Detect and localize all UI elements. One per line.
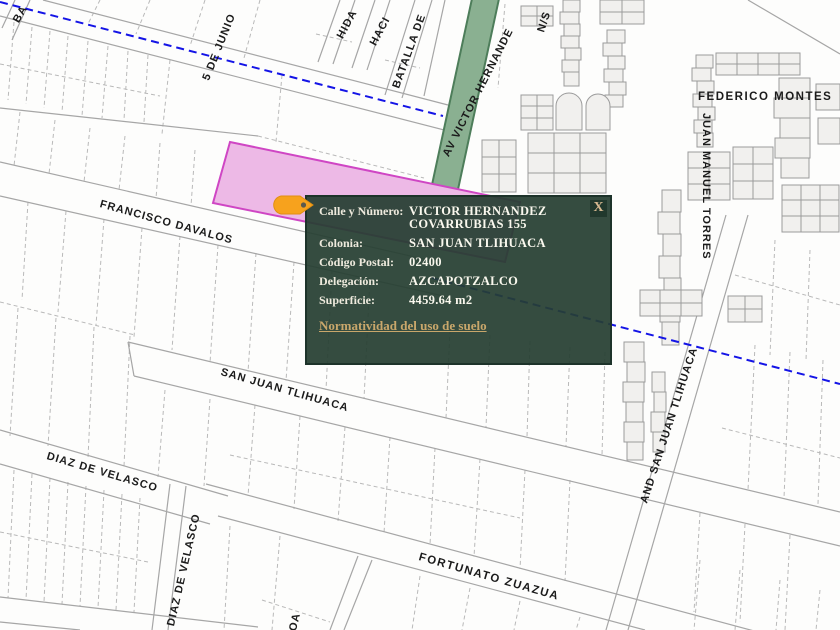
location-marker-icon[interactable]	[273, 195, 314, 215]
field-value-calle: VICTOR HERNANDEZ COVARRUBIAS 155	[409, 204, 547, 231]
marker-dot	[300, 202, 307, 208]
field-value-delegacion: AZCAPOTZALCO	[409, 274, 519, 288]
field-label-superficie: Superficie:	[319, 293, 375, 307]
field-label-calle: Calle y Número:	[319, 204, 404, 218]
map-viewer: BA 5 DE JUNIO HIDA HACI BATALLA DE AV VI…	[0, 0, 840, 630]
field-value-superficie: 4459.64 m2	[409, 293, 473, 307]
parcel-info-table: Calle y Número: VICTOR HERNANDEZ COVARRU…	[307, 197, 610, 311]
field-label-codigo-postal: Código Postal:	[319, 255, 394, 269]
street-label-federico-montes: FEDERICO MONTES	[698, 91, 833, 103]
field-label-colonia: Colonia:	[319, 236, 364, 250]
arch-building	[585, 93, 611, 131]
arch-building	[555, 92, 583, 131]
field-value-codigo-postal: 02400	[409, 255, 442, 269]
parcel-info-popup: X Calle y Número: VICTOR HERNANDEZ COVAR…	[305, 195, 612, 365]
close-icon[interactable]: X	[590, 200, 607, 217]
field-value-colonia: SAN JUAN TLIHUACA	[409, 236, 546, 250]
street-label-juan-manuel-torres: JUAN MANUEL TORRES	[700, 113, 712, 260]
marker-layer	[273, 195, 314, 215]
field-label-delegacion: Delegación:	[319, 274, 379, 288]
normatividad-link[interactable]: Normatividad del uso de suelo	[319, 318, 487, 334]
